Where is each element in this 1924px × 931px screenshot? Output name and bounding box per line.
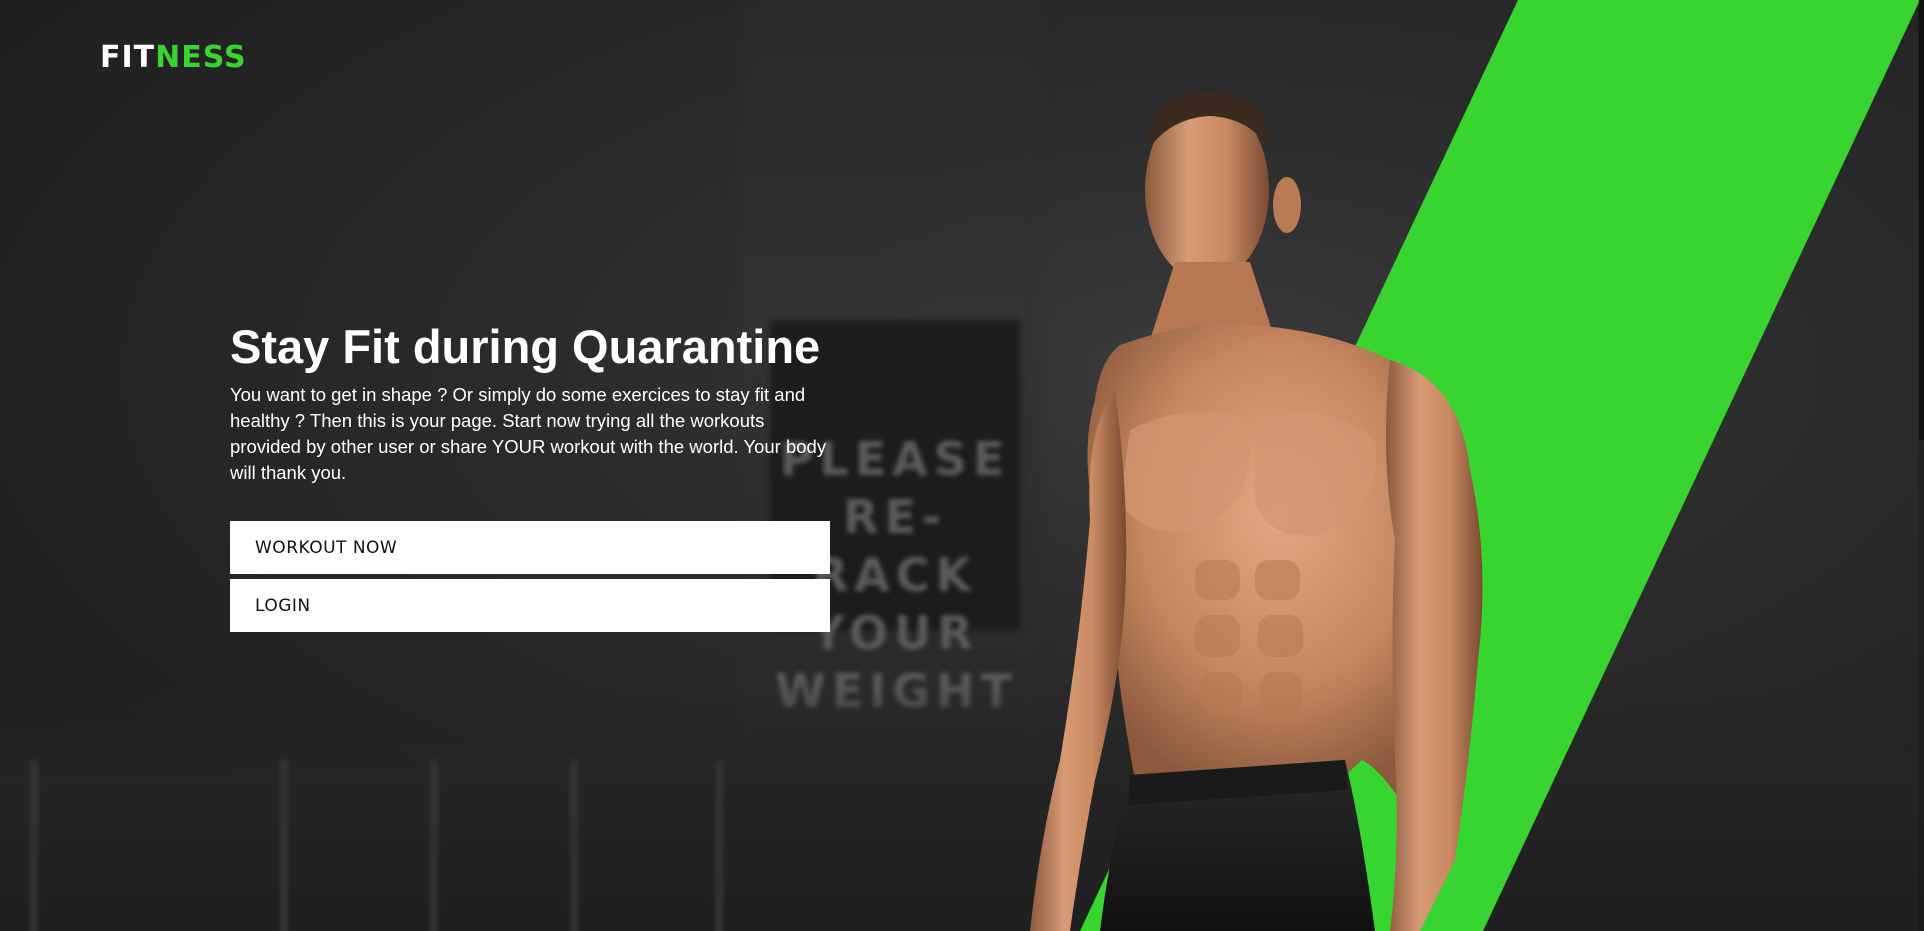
- landing-page: PLEASE RE-RACK YOUR WEIGHT: [0, 0, 1924, 931]
- hero-section: Stay Fit during Quarantine You want to g…: [230, 318, 830, 632]
- login-button[interactable]: LOGIN: [230, 579, 830, 632]
- brand-logo-part2: NESS: [155, 40, 247, 75]
- hero-description: You want to get in shape ? Or simply do …: [230, 384, 827, 483]
- workout-now-button[interactable]: WORKOUT NOW: [230, 521, 830, 574]
- page-scrollbar[interactable]: [1918, 0, 1924, 931]
- scrollbar-thumb[interactable]: [1919, 0, 1924, 440]
- brand-logo-part1: FIT: [100, 40, 156, 75]
- brand-logo[interactable]: FITNESS: [100, 40, 247, 75]
- hero-title: Stay Fit during Quarantine: [230, 320, 821, 373]
